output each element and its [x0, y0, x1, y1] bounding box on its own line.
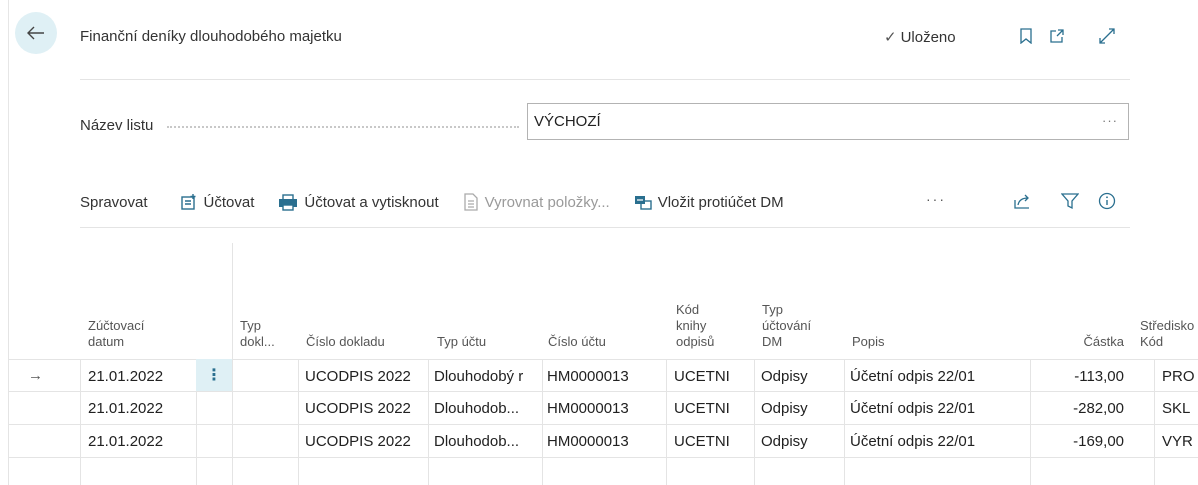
- saved-status: ✓ Uloženo: [884, 28, 956, 47]
- page-title: Finanční deníky dlouhodobého majetku: [80, 28, 342, 45]
- grid-line: [8, 359, 1198, 360]
- row-1-account-type[interactable]: Dlouhodobý r: [434, 368, 540, 385]
- toolbar-more-button[interactable]: ···: [926, 191, 946, 207]
- toolbar-divider: [80, 227, 1130, 228]
- grid-line: [1154, 359, 1155, 485]
- insert-balancing-button[interactable]: Vložit protiúčet DM: [634, 193, 784, 211]
- row-1-description[interactable]: Účetní odpis 22/01: [850, 368, 975, 385]
- arrow-left-icon: [27, 26, 44, 40]
- vertical-dots-icon: ⋮: [206, 367, 222, 384]
- insert-balancing-icon: [634, 196, 652, 210]
- row-3-account-type[interactable]: Dlouhodob...: [434, 433, 540, 450]
- column-header-description[interactable]: Popis: [852, 334, 885, 350]
- saved-status-label: Uloženo: [900, 28, 956, 46]
- header-divider: [80, 79, 1130, 80]
- bookmark-button[interactable]: [1014, 24, 1038, 48]
- row-3-document-number[interactable]: UCODPIS 2022: [305, 433, 411, 450]
- grid-line: [428, 359, 429, 485]
- row-1-fa-posting-type[interactable]: Odpisy: [761, 368, 808, 385]
- grid-line: [844, 359, 845, 485]
- row-1-department-code[interactable]: PRO: [1162, 368, 1195, 385]
- row-2-fa-posting-type[interactable]: Odpisy: [761, 400, 808, 417]
- row-2-amount[interactable]: -282,00: [1040, 400, 1124, 417]
- row-2-document-number[interactable]: UCODPIS 2022: [305, 400, 411, 417]
- print-icon: [279, 194, 298, 211]
- grid-line: [542, 359, 543, 485]
- grid-line: [80, 359, 81, 485]
- column-header-fa-posting-type[interactable]: Typ účtování DM: [762, 302, 811, 350]
- action-toolbar: Spravovat Účtovat Účtovat a vytisknout V…: [80, 189, 808, 215]
- expand-icon: [1099, 28, 1115, 44]
- insert-balancing-label: Vložit protiúčet DM: [657, 193, 784, 211]
- post-print-button[interactable]: Účtovat a vytisknout: [278, 193, 439, 211]
- current-row-arrow-icon: →: [28, 367, 43, 384]
- column-header-account-number[interactable]: Číslo účtu: [548, 334, 606, 350]
- row-1-depreciation-book[interactable]: UCETNI: [674, 368, 730, 385]
- row-2-account-number[interactable]: HM0000013: [547, 400, 629, 417]
- row-2-account-type[interactable]: Dlouhodob...: [434, 400, 540, 417]
- row-2-posting-date[interactable]: 21.01.2022: [88, 400, 163, 417]
- bookmark-icon: [1020, 28, 1032, 44]
- row-3-description[interactable]: Účetní odpis 22/01: [850, 433, 975, 450]
- row-2-description[interactable]: Účetní odpis 22/01: [850, 400, 975, 417]
- info-button[interactable]: [1096, 190, 1118, 212]
- grid-line: [754, 359, 755, 485]
- share-icon: [1014, 194, 1029, 209]
- row-3-posting-date[interactable]: 21.01.2022: [88, 433, 163, 450]
- share-button[interactable]: [1011, 190, 1033, 212]
- expand-button[interactable]: [1095, 24, 1119, 48]
- manage-menu[interactable]: Spravovat: [80, 194, 148, 211]
- row-1-posting-date[interactable]: 21.01.2022: [88, 368, 163, 385]
- column-header-amount[interactable]: Částka: [1080, 334, 1124, 350]
- grid-line: [8, 391, 1198, 392]
- apply-entries-button[interactable]: Vyrovnat položky...: [463, 193, 610, 211]
- apply-entries-label: Vyrovnat položky...: [484, 193, 610, 211]
- open-in-new-icon: [1050, 29, 1064, 43]
- row-2-depreciation-book[interactable]: UCETNI: [674, 400, 730, 417]
- column-header-department-code[interactable]: Středisko Kód: [1140, 318, 1194, 350]
- row-3-department-code[interactable]: VYR: [1162, 433, 1193, 450]
- grid-line: [232, 243, 233, 485]
- filter-icon: [1061, 193, 1079, 210]
- column-header-depreciation-book[interactable]: Kód knihy odpisů: [676, 302, 714, 350]
- batch-name-lookup-button[interactable]: ···: [1102, 113, 1118, 128]
- row-3-depreciation-book[interactable]: UCETNI: [674, 433, 730, 450]
- column-header-document-type[interactable]: Typ dokl...: [240, 318, 275, 350]
- column-header-document-number[interactable]: Číslo dokladu: [306, 334, 385, 350]
- batch-name-label: Název listu: [80, 117, 154, 134]
- row-3-amount[interactable]: -169,00: [1040, 433, 1124, 450]
- row-actions-button[interactable]: ⋮: [196, 359, 232, 391]
- document-icon: [463, 193, 478, 211]
- grid-line: [8, 457, 1198, 458]
- grid-line: [666, 359, 667, 485]
- grid-line: [8, 424, 1198, 425]
- row-3-account-number[interactable]: HM0000013: [547, 433, 629, 450]
- batch-name-value: VÝCHOZÍ: [534, 113, 601, 130]
- post-label: Účtovat: [203, 193, 255, 211]
- row-1-account-number[interactable]: HM0000013: [547, 368, 629, 385]
- open-new-window-button[interactable]: [1045, 24, 1069, 48]
- post-print-label: Účtovat a vytisknout: [304, 193, 439, 211]
- manage-menu-label: Spravovat: [80, 193, 148, 211]
- batch-name-field[interactable]: VÝCHOZÍ ···: [527, 103, 1129, 140]
- column-header-account-type[interactable]: Typ účtu: [437, 334, 486, 350]
- grid-line: [298, 359, 299, 485]
- row-2-department-code[interactable]: SKL: [1162, 400, 1190, 417]
- grid-line: [1030, 359, 1031, 485]
- checkmark-icon: ✓: [884, 29, 897, 46]
- filter-button[interactable]: [1059, 190, 1081, 212]
- back-button[interactable]: [15, 12, 57, 54]
- label-leader-dots: [167, 126, 519, 128]
- row-1-amount[interactable]: -113,00: [1040, 368, 1124, 385]
- column-header-posting-date[interactable]: Zúčtovací datum: [88, 318, 144, 350]
- row-1-document-number[interactable]: UCODPIS 2022: [305, 368, 411, 385]
- row-3-fa-posting-type[interactable]: Odpisy: [761, 433, 808, 450]
- grid-line: [8, 243, 9, 485]
- post-button[interactable]: Účtovat: [180, 193, 255, 211]
- info-icon: [1098, 192, 1116, 210]
- post-icon: [180, 194, 196, 210]
